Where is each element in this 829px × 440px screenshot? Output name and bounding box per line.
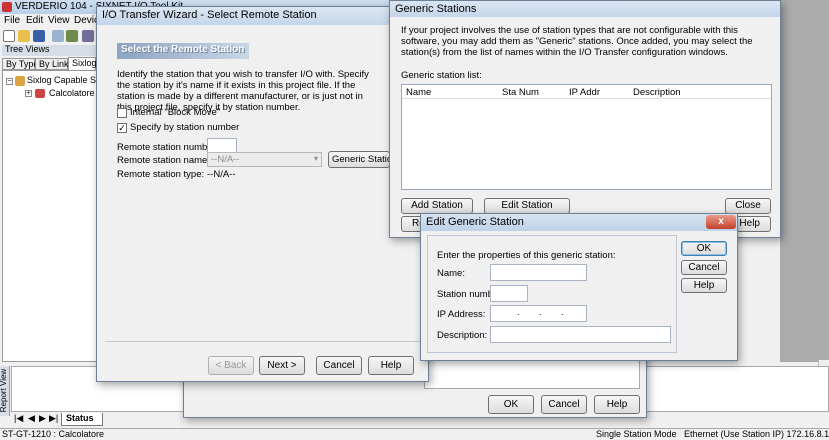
tab-by-type-label: By Type xyxy=(6,59,39,69)
background-ok-button[interactable]: OK xyxy=(488,395,534,414)
tab-by-type[interactable]: By Type xyxy=(2,58,39,70)
remote-name-select[interactable]: --N/A-- ▾ xyxy=(207,152,322,167)
ip-address-dots: . . . xyxy=(517,307,564,317)
edit-station-properties-button[interactable]: Edit Station Properties xyxy=(484,198,570,225)
toolbar xyxy=(0,28,100,44)
menu-file[interactable]: File xyxy=(4,15,20,26)
menu-edit[interactable]: Edit xyxy=(26,15,43,26)
nav-last-icon[interactable]: ▶| xyxy=(49,413,58,424)
tree-item-calcolatore[interactable]: Calcolatore xyxy=(49,88,95,98)
wizard-divider xyxy=(105,341,421,342)
internal-block-move-label: Internal "Block Move" xyxy=(130,107,221,118)
generic-stations-dialog: Generic Stations If your project involve… xyxy=(389,0,781,238)
description-field[interactable] xyxy=(490,326,671,343)
wizard-header-text: Select the Remote Station xyxy=(121,44,245,55)
ip-address-field[interactable]: . . . xyxy=(490,305,587,322)
tab-by-link[interactable]: By Link xyxy=(35,58,69,70)
wizard-help-button[interactable]: Help xyxy=(368,356,414,375)
list-header: Name Sta Num IP Addr Description xyxy=(402,85,771,99)
background-help-button[interactable]: Help xyxy=(594,395,640,414)
column-description[interactable]: Description xyxy=(633,87,681,98)
column-name[interactable]: Name xyxy=(406,87,431,98)
status-tab-label: Status xyxy=(66,413,94,423)
tree-collapse-icon[interactable]: + xyxy=(25,90,32,97)
generic-stations-description: If your project involves the use of stat… xyxy=(401,25,753,58)
description-label: Description: xyxy=(437,330,488,341)
generic-stations-title: Generic Stations xyxy=(395,3,477,15)
report-view-strip: Report View xyxy=(0,366,10,416)
station-number-field[interactable] xyxy=(490,285,528,302)
generic-station-list-label: Generic station list: xyxy=(401,70,482,81)
chevron-down-icon: ▾ xyxy=(313,154,318,163)
new-file-icon[interactable] xyxy=(3,30,15,42)
nav-first-icon[interactable]: |◀ xyxy=(14,413,23,424)
menu-bar: File Edit View Device xyxy=(0,14,105,28)
tab-sixlog[interactable]: Sixlog xyxy=(68,57,97,70)
open-folder-icon[interactable] xyxy=(18,30,30,42)
edit-generic-title: Edit Generic Station xyxy=(426,216,524,228)
tab-sixlog-label: Sixlog xyxy=(72,58,97,68)
background-cancel-button[interactable]: Cancel xyxy=(541,395,587,414)
tree-expand-icon[interactable]: − xyxy=(6,78,13,85)
remote-name-value: --N/A-- xyxy=(211,154,240,165)
status-connection: Ethernet (Use Station IP) 172.16.8.103 xyxy=(684,429,829,439)
next-button[interactable]: Next > xyxy=(259,356,305,375)
generic-stations-button[interactable]: Generic Stations... xyxy=(328,151,390,168)
edit-generic-prompt: Enter the properties of this generic sta… xyxy=(437,250,616,261)
wizard-header-banner: Select the Remote Station xyxy=(117,43,249,59)
configure-icon[interactable] xyxy=(66,30,78,42)
app-icon xyxy=(2,2,12,12)
close-icon[interactable]: x xyxy=(706,215,736,229)
specify-by-number-label: Specify by station number xyxy=(130,122,240,133)
generic-close-button[interactable]: Close xyxy=(725,198,771,214)
status-tab[interactable]: Status xyxy=(61,413,103,426)
tree-views-label: Tree Views xyxy=(5,44,50,54)
io-transfer-wizard: I/O Transfer Wizard - Select Remote Stat… xyxy=(96,6,429,382)
remote-name-label: Remote station name: xyxy=(117,155,210,166)
edit-cancel-button[interactable]: Cancel xyxy=(681,260,727,275)
tree-views-header: Tree Views xyxy=(2,44,98,56)
tree-panel: − Sixlog Capable St + Calcolatore xyxy=(2,70,99,362)
right-gray-area xyxy=(780,0,829,362)
report-view-label: Report View xyxy=(0,368,9,413)
tree-tabs: By Type By Link Sixlog xyxy=(2,57,98,70)
wizard-cancel-button[interactable]: Cancel xyxy=(316,356,362,375)
remote-type-label: Remote station type: xyxy=(117,169,205,180)
generic-stations-title-bar: Generic Stations xyxy=(390,1,780,17)
edit-generic-station-dialog: Edit Generic Station x Enter the propert… xyxy=(420,213,738,361)
wizard-title: I/O Transfer Wizard - Select Remote Stat… xyxy=(102,9,317,21)
column-ip-addr[interactable]: IP Addr xyxy=(569,87,600,98)
add-station-button[interactable]: Add Station xyxy=(401,198,473,214)
back-button[interactable]: < Back xyxy=(208,356,254,375)
generic-station-list[interactable]: Name Sta Num IP Addr Description xyxy=(401,84,772,190)
sixlog-folder-icon xyxy=(15,76,25,86)
tab-by-link-label: By Link xyxy=(39,59,69,69)
name-field[interactable] xyxy=(490,264,587,281)
ip-address-label: IP Address: xyxy=(437,309,486,320)
name-label: Name: xyxy=(437,268,465,279)
save-icon[interactable] xyxy=(33,30,45,42)
status-station: ST-GT-1210 : Calcolatore xyxy=(2,429,105,439)
status-bar: ST-GT-1210 : Calcolatore Single Station … xyxy=(0,428,829,440)
tree-item-sixlog[interactable]: Sixlog Capable St xyxy=(27,75,99,85)
remote-type-value: --N/A-- xyxy=(207,169,236,180)
remote-number-label: Remote station number: xyxy=(117,142,219,153)
edit-help-button[interactable]: Help xyxy=(681,278,727,293)
calculator-station-icon xyxy=(35,89,45,98)
internal-block-move-checkbox[interactable] xyxy=(117,108,127,118)
edit-ok-button[interactable]: OK xyxy=(681,241,727,256)
menu-view[interactable]: View xyxy=(48,15,70,26)
nav-next-icon[interactable]: ▶ xyxy=(39,413,46,424)
column-sta-num[interactable]: Sta Num xyxy=(502,87,539,98)
wizard-title-bar: I/O Transfer Wizard - Select Remote Stat… xyxy=(97,7,428,25)
station-icon[interactable] xyxy=(82,30,94,42)
edit-generic-title-bar: Edit Generic Station xyxy=(421,214,737,231)
status-mode: Single Station Mode xyxy=(596,429,677,439)
nav-prev-icon[interactable]: ◀ xyxy=(28,413,35,424)
copy-icon[interactable] xyxy=(52,30,64,42)
specify-by-number-checkbox[interactable]: ✓ xyxy=(117,123,127,133)
